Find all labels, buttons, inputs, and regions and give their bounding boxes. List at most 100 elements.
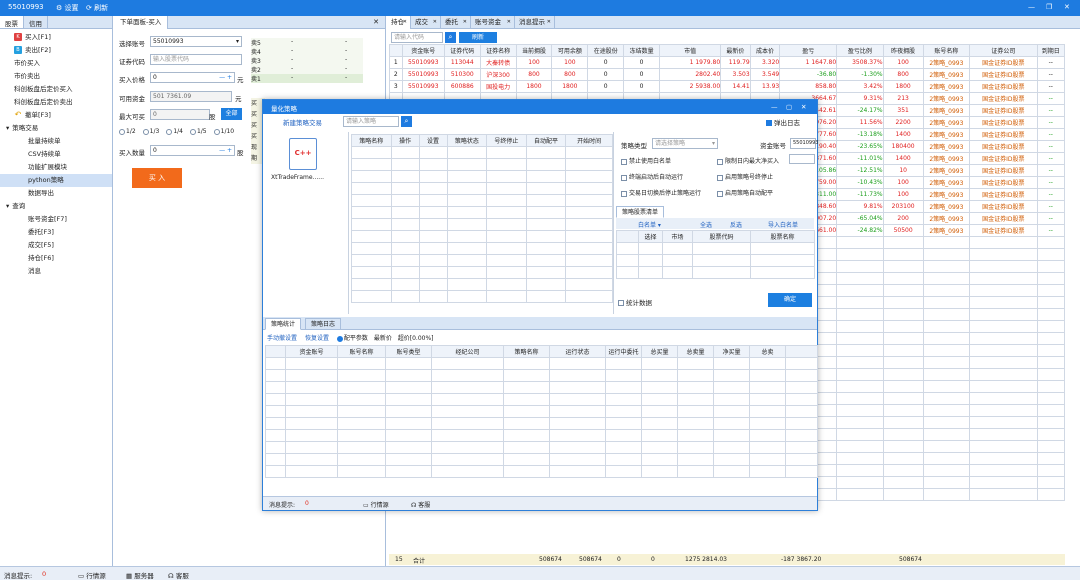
menu-item[interactable]: 账号资金[F7] [0,213,112,226]
menu-item[interactable]: ↶ 撤单[F3] [0,109,112,122]
column-header[interactable]: 市场 [662,230,693,243]
tab-0[interactable]: 持仓 ✕ [387,16,411,29]
close-icon[interactable]: ✕ [403,16,407,28]
tab-1[interactable]: 成交 ✕ [411,16,441,29]
column-header[interactable]: 选择 [638,230,663,243]
column-header[interactable]: 可用余额 [551,44,589,57]
fraction-option[interactable]: 1/2 [119,128,136,135]
column-header[interactable]: 到期日 [1036,44,1066,57]
menu-item[interactable]: 市价买入 [0,57,112,70]
table-row[interactable]: 1 55010993 113044 大秦转债 100 100 0 0 1 1979.80 119.… [389,56,1066,69]
tab-2[interactable]: 委托 ✕ [441,16,471,29]
column-header[interactable] [389,44,403,57]
settings-button[interactable]: ⚙ 设置 [56,3,79,13]
column-header[interactable]: 证券代码 [443,44,481,57]
option-checkbox[interactable]: 启用策略号终停止 [717,172,773,181]
column-header[interactable]: 账号名称 [337,345,386,358]
code-input[interactable]: 输入股票代码 [150,54,242,65]
import-button[interactable]: 导入白名单 [768,220,798,229]
column-header[interactable]: 市值 [658,44,722,57]
close-button[interactable]: ✕ [1064,3,1070,11]
column-header[interactable]: 股票名称 [750,230,815,243]
menu-item[interactable]: B 卖出[F2] [0,44,112,57]
close-icon[interactable]: ✕ [547,16,551,28]
search-icon[interactable]: ⌕ [401,116,412,127]
column-header[interactable]: 盈亏比例 [836,44,884,57]
latest-price-option[interactable]: 最新价 [374,335,392,342]
refresh-button[interactable]: ⟳ 刷新 [86,3,108,13]
tab-strategy-log[interactable]: 策略日志 [305,318,342,330]
maximize-button[interactable]: ❐ [1046,3,1052,11]
tab-4[interactable]: 消息提示 ✕ [515,16,555,29]
invert-button[interactable]: 反选 [730,220,742,229]
dialog-close[interactable]: ✕ [801,103,806,111]
column-header[interactable]: 资金账号 [285,345,338,358]
price-input[interactable]: 0— + [150,72,235,83]
dialog-support[interactable]: ☊ 客服 [411,500,430,509]
column-header[interactable]: 开始时间 [565,134,613,147]
menu-item[interactable]: 成交[F5] [0,239,112,252]
column-header[interactable]: 股票代码 [692,230,751,243]
menu-item[interactable]: 数据导出 [0,187,112,200]
menu-item[interactable]: python策略 [0,174,112,187]
column-header[interactable]: 资金账号 [401,44,445,57]
tab-3[interactable]: 账号资金 ✕ [471,16,515,29]
dialog-maximize[interactable]: ▢ [786,103,792,111]
menu-item[interactable]: 科创板盘后定价卖出 [0,96,112,109]
tab-credit[interactable]: 信用 [24,16,48,28]
restore-setting[interactable]: 恢复设置 [305,335,329,342]
order-panel-tab[interactable]: 下单面板-买入 [114,16,169,29]
column-header[interactable]: 账号类型 [385,345,432,358]
table-row[interactable]: 2 55010993 510300 沪深300 800 800 0 0 2802.40 3.503… [389,68,1066,81]
menu-item[interactable]: 市价卖出 [0,70,112,83]
whitelist-select[interactable]: 白名单 ▾ [638,220,661,229]
fraction-option[interactable]: 1/3 [142,128,159,135]
column-header[interactable]: 策略状态 [446,134,488,147]
option-checkbox[interactable]: 终端启动后自动运行 [621,172,683,181]
column-header[interactable]: 账号名称 [922,44,971,57]
strategy-search-input[interactable]: 请输入策略 [343,116,399,127]
acct-select[interactable]: 55010993 [790,138,818,149]
balance-params[interactable]: 配平参数 [336,335,368,342]
menu-item[interactable]: 批量持续单 [0,135,112,148]
column-header[interactable]: 自动配平 [525,134,567,147]
code-search-input[interactable]: 请输入代码 [391,32,443,43]
account-select[interactable]: 55010993 ▾ [150,36,242,47]
option-checkbox[interactable]: 禁止使用白名单 [621,156,671,165]
menu-item[interactable]: 功能扩展模块 [0,161,112,174]
menu-item[interactable]: CSV持续单 [0,148,112,161]
close-icon[interactable]: ✕ [373,18,379,26]
column-header[interactable]: 运行状态 [549,345,606,358]
fraction-option[interactable]: 1/5 [189,128,207,135]
option-checkbox[interactable]: 启用策略自动配平 [717,188,773,197]
market-source[interactable]: ▭ 行情源 [78,570,106,580]
minimize-button[interactable]: — [1028,3,1035,11]
column-header[interactable]: 在途股份 [587,44,625,57]
new-strategy-button[interactable]: 新建策略交易 [283,117,322,127]
column-header[interactable]: 操作 [390,134,420,147]
qty-input[interactable]: 0— + [150,145,235,156]
ok-button[interactable]: 确定 [768,293,812,307]
close-icon[interactable]: ✕ [507,16,511,28]
menu-item[interactable]: 委托[F3] [0,226,112,239]
all-button[interactable]: 全部 [221,108,242,120]
close-icon[interactable]: ✕ [463,16,467,28]
dialog-minimize[interactable]: — [771,103,778,111]
manual-cancel-setting[interactable]: 手动撤设置 [267,335,297,342]
support[interactable]: ☊ 客服 [168,570,189,580]
max-buy-input[interactable] [789,154,815,164]
column-header[interactable]: 总买量 [641,345,678,358]
column-header[interactable]: 总卖量 [677,345,714,358]
column-header[interactable]: 昨夜拥股 [882,44,924,57]
float-log-toggle[interactable]: 弹出日志 [766,117,800,127]
column-header[interactable]: 净买量 [713,345,750,358]
cpp-file-icon[interactable]: C++ [289,138,317,170]
select-all-button[interactable]: 全选 [700,220,712,229]
watchlist-tab[interactable]: 策略股票清单 [616,206,665,218]
option-checkbox[interactable]: 限制日内最大净买入 [717,156,779,165]
table-row[interactable]: 3 55010993 600886 国投电力 1800 1800 0 0 2 5938.00 14… [389,80,1066,93]
menu-item[interactable]: 科创板盘后定价买入 [0,83,112,96]
option-checkbox[interactable]: 交易日切换后停止策略运行 [621,188,701,197]
column-header[interactable]: 经纪公司 [431,345,504,358]
tab-stock[interactable]: 股票 [0,16,24,28]
